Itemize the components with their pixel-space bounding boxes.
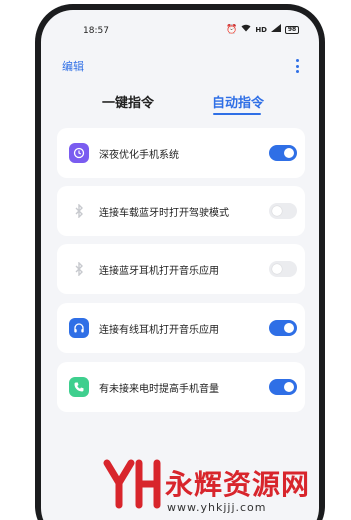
phone-icon	[69, 377, 89, 397]
status-time: 18:57	[83, 26, 109, 36]
more-options-icon[interactable]	[294, 59, 300, 73]
command-label: 深夜优化手机系统	[99, 150, 179, 161]
toggle-switch[interactable]	[269, 379, 297, 395]
command-card-car-bluetooth[interactable]: 连接车载蓝牙时打开驾驶模式	[57, 186, 305, 236]
toggle-switch[interactable]	[269, 320, 297, 336]
tab-one-tap-commands[interactable]: 一键指令	[102, 92, 154, 111]
moon-clock-icon	[69, 143, 89, 163]
status-icons: ⏰ HD 98	[226, 24, 299, 35]
command-label: 连接蓝牙耳机打开音乐应用	[99, 266, 219, 277]
toggle-switch[interactable]	[269, 203, 297, 219]
wifi-icon	[241, 24, 251, 35]
battery-indicator: 98	[285, 25, 299, 34]
watermark-url: www.yhkjjj.com	[167, 501, 267, 514]
tab-auto-commands[interactable]: 自动指令	[212, 92, 264, 111]
command-label: 连接有线耳机打开音乐应用	[99, 325, 219, 336]
bluetooth-icon	[69, 259, 89, 279]
command-card-missed-call-volume[interactable]: 有未接来电时提高手机音量	[57, 362, 305, 412]
toggle-switch[interactable]	[269, 261, 297, 277]
watermark: 永辉资源网 www.yhkjjj.com	[0, 455, 351, 520]
headphones-icon	[69, 318, 89, 338]
command-label: 连接车载蓝牙时打开驾驶模式	[99, 208, 229, 219]
network-type-label: HD	[255, 25, 267, 34]
command-label: 有未接来电时提高手机音量	[99, 384, 219, 395]
watermark-logo	[103, 459, 161, 509]
bluetooth-icon	[69, 201, 89, 221]
active-tab-indicator	[213, 113, 261, 115]
signal-icon	[271, 24, 281, 35]
status-bar: 18:57 ⏰ HD 98	[41, 10, 319, 42]
edit-button[interactable]: 编辑	[62, 58, 84, 74]
command-card-night-optimize[interactable]: 深夜优化手机系统	[57, 128, 305, 178]
phone-screen: 18:57 ⏰ HD 98 编辑 一键指令 自动指令 深夜优化手机系统 连接车载…	[41, 10, 319, 520]
watermark-title: 永辉资源网	[165, 468, 311, 501]
alarm-icon: ⏰	[226, 24, 238, 35]
command-card-wired-headphones[interactable]: 连接有线耳机打开音乐应用	[57, 303, 305, 353]
command-card-bluetooth-headphones[interactable]: 连接蓝牙耳机打开音乐应用	[57, 244, 305, 294]
toggle-switch[interactable]	[269, 145, 297, 161]
